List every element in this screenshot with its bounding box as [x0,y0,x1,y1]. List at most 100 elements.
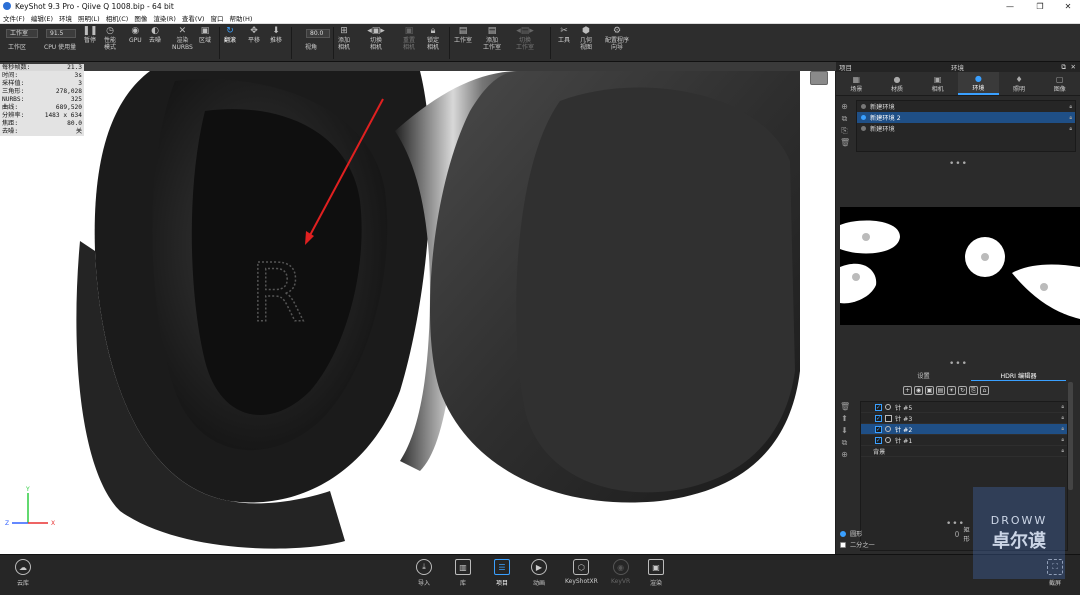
menu-lighting[interactable]: 照明(L) [78,13,100,23]
render-nurbs-button[interactable]: ✕ 渲染 NURBS [172,26,193,51]
target-pin-icon[interactable]: ⊕ [840,450,849,459]
background-item[interactable]: 背景 🔒︎ [861,446,1067,457]
environment-item[interactable]: 新建环境 🔒︎ [857,101,1075,112]
render-viewport[interactable]: R Y X Z [0,71,835,554]
keyvr-button[interactable]: ◉ KeyVR [611,559,630,585]
tab-hdri-editor[interactable]: HDRI 编辑器 [971,371,1066,381]
quarter-checkbox[interactable]: 二分之一 [840,539,875,550]
minimize-button[interactable]: — [996,0,1024,12]
panel-tabs: ▦ 场景 ● 材质 ▣ 相机 ● 环境 ♦ 照明 ▢ 图像 [836,72,1080,96]
copy-pin-icon[interactable]: ⎘ [969,386,978,395]
configurator-wizard-button[interactable]: ⚙ 配置程序 向导 [605,26,629,51]
workspace-select[interactable]: 工作室 [6,29,38,38]
lock-icon: 🔒︎ [1069,114,1072,121]
menu-camera[interactable]: 相机(C) [106,13,129,23]
import-button[interactable]: ⤓ 导入 [416,559,432,587]
library-button[interactable]: ▥ 库 [455,559,471,587]
menu-file[interactable]: 文件(F) [3,13,25,23]
dolly-button[interactable]: ⬇ 推移 [270,26,282,44]
region-button[interactable]: ▣ 区域 [199,26,211,44]
cpu-usage-value[interactable]: 91.5 [46,29,76,38]
bottom-dock: ☁ 云库 ⤓ 导入 ▥ 库 ☰ 项目 ▶ 动画 ⬡ KeyShotXR ◉ KeyVR ▣ 渲染… [0,554,1080,595]
menu-help[interactable]: 帮助(H) [229,13,252,23]
project-button[interactable]: ☰ 项目 [494,559,510,587]
pin-item-selected[interactable]: ✓ 针 #2 🔒︎ [861,424,1067,435]
geometry-view-button[interactable]: ⬢ 几何 视图 [580,26,592,51]
pin-type-icon[interactable]: ◉ [914,386,923,395]
switch-studio-button[interactable]: ◂▤▸ 切换 工作室 [516,26,534,51]
tab-scene[interactable]: ▦ 场景 [836,72,877,95]
reset-camera-button[interactable]: ▣ 重置 相机 [403,26,415,51]
menu-image[interactable]: 图像 [134,13,147,23]
switch-camera-button[interactable]: ◂▣▸ 切换 相机 [367,26,385,51]
splitter-handle[interactable]: ••• [949,359,968,369]
delete-environment-icon[interactable]: 🗑︎ [840,138,850,147]
environment-item-selected[interactable]: 新建环境 2 🔒︎ [857,112,1075,123]
close-button[interactable]: ✕ [1054,0,1080,12]
move-down-icon[interactable]: ⬇ [840,426,849,435]
add-pin-icon[interactable]: + [903,386,912,395]
keyshotxr-button[interactable]: ⬡ KeyShotXR [565,559,598,585]
shape-rect-radio[interactable]: 矩形 [955,525,971,543]
stat-curves: 曲线: 689,520 [2,104,82,111]
render-icon: ▣ [648,559,664,575]
add-environment-icon[interactable]: ⊕ [840,102,849,111]
lock-camera-button[interactable]: 🔒︎ 锁定 相机 [427,26,439,51]
gpu-button[interactable]: ◉ GPU [129,26,142,44]
tumble-button[interactable]: ↻ 翻滚 [224,26,236,44]
menu-view[interactable]: 查看(V) [182,13,205,23]
add-studio-button[interactable]: ▤ 添加 工作室 [483,26,501,51]
cloud-library-button[interactable]: ☁ 云库 [15,559,31,587]
dolly-icon: ⬇ [272,25,280,36]
gradient-pin-icon[interactable]: ▤ [936,386,945,395]
render-button[interactable]: ▣ 渲染 [648,559,664,587]
viewport-overlay-toggle[interactable] [810,71,828,85]
studio-pin-icon[interactable]: ⌂ [980,386,989,395]
image-pin-icon[interactable]: ▣ [925,386,934,395]
tab-image[interactable]: ▢ 图像 [1039,72,1080,95]
splitter-handle[interactable]: ••• [949,159,968,169]
pin-list-scrollbar[interactable] [1068,382,1073,490]
pan-button[interactable]: ✥ 平移 [248,26,260,44]
tab-settings[interactable]: 设置 [876,371,971,381]
menu-render[interactable]: 渲染(R) [153,13,176,23]
tab-material[interactable]: ● 材质 [877,72,918,95]
sun-pin-icon[interactable]: ☀ [947,386,956,395]
shape-circle-radio[interactable]: 圆形 矩形 [840,527,970,543]
group-pin-icon[interactable]: ⧉ [840,438,849,447]
environment-item[interactable]: 新建环境 🔒︎ [857,123,1075,134]
switch-studio-icon: ◂▤▸ [516,25,534,36]
tools-button[interactable]: ✂ 工具 [558,26,570,44]
move-up-icon[interactable]: ⬆ [840,414,849,423]
panel-close-icon[interactable]: ✕ [1071,63,1076,71]
pin-item[interactable]: ✓ 针 #1 🔒︎ [861,435,1067,446]
delete-pin-icon[interactable]: 🗑︎ [840,402,850,411]
performance-mode-button[interactable]: ◷ 性能 模式 [104,26,116,51]
refresh-icon[interactable]: ↻ [958,386,967,395]
tab-camera[interactable]: ▣ 相机 [917,72,958,95]
maximize-button[interactable]: ❐ [1026,0,1054,12]
add-camera-button[interactable]: ⊞ 添加 相机 [338,26,350,51]
studio-button[interactable]: ▤ 工作室 [454,26,472,44]
pause-button[interactable]: ❚❚ 暂停 [82,26,97,44]
animation-button[interactable]: ▶ 动画 [531,559,547,587]
copy-environment-icon[interactable]: ⎘ [840,126,849,135]
fov-label: 视角 [305,44,318,51]
lock-icon: 🔒︎ [1061,426,1064,432]
library-icon: ▥ [455,559,471,575]
tab-environment[interactable]: ● 环境 [958,72,999,95]
stat-resolution: 分辨率: 1483 x 634 [2,112,82,119]
menu-edit[interactable]: 编辑(E) [31,13,53,23]
field-of-view-value[interactable]: 80.0 [306,29,330,38]
menu-environment[interactable]: 环境 [59,13,72,23]
popout-icon[interactable]: ⧉ [1061,63,1066,72]
pin-item[interactable]: ✓ 针 #3 🔒︎ [861,413,1067,424]
duplicate-environment-icon[interactable]: ⧉ [840,114,849,123]
menu-window[interactable]: 窗口 [210,13,223,23]
hdri-preview[interactable] [840,207,1080,325]
denoise-button[interactable]: ◐ 去噪 [149,26,161,44]
configurator-icon: ⚙ [612,25,622,36]
tab-lighting[interactable]: ♦ 照明 [999,72,1040,95]
pin-item[interactable]: ✓ 针 #5 🔒︎ [861,402,1067,413]
stat-time: 时间: 3s [2,72,82,79]
